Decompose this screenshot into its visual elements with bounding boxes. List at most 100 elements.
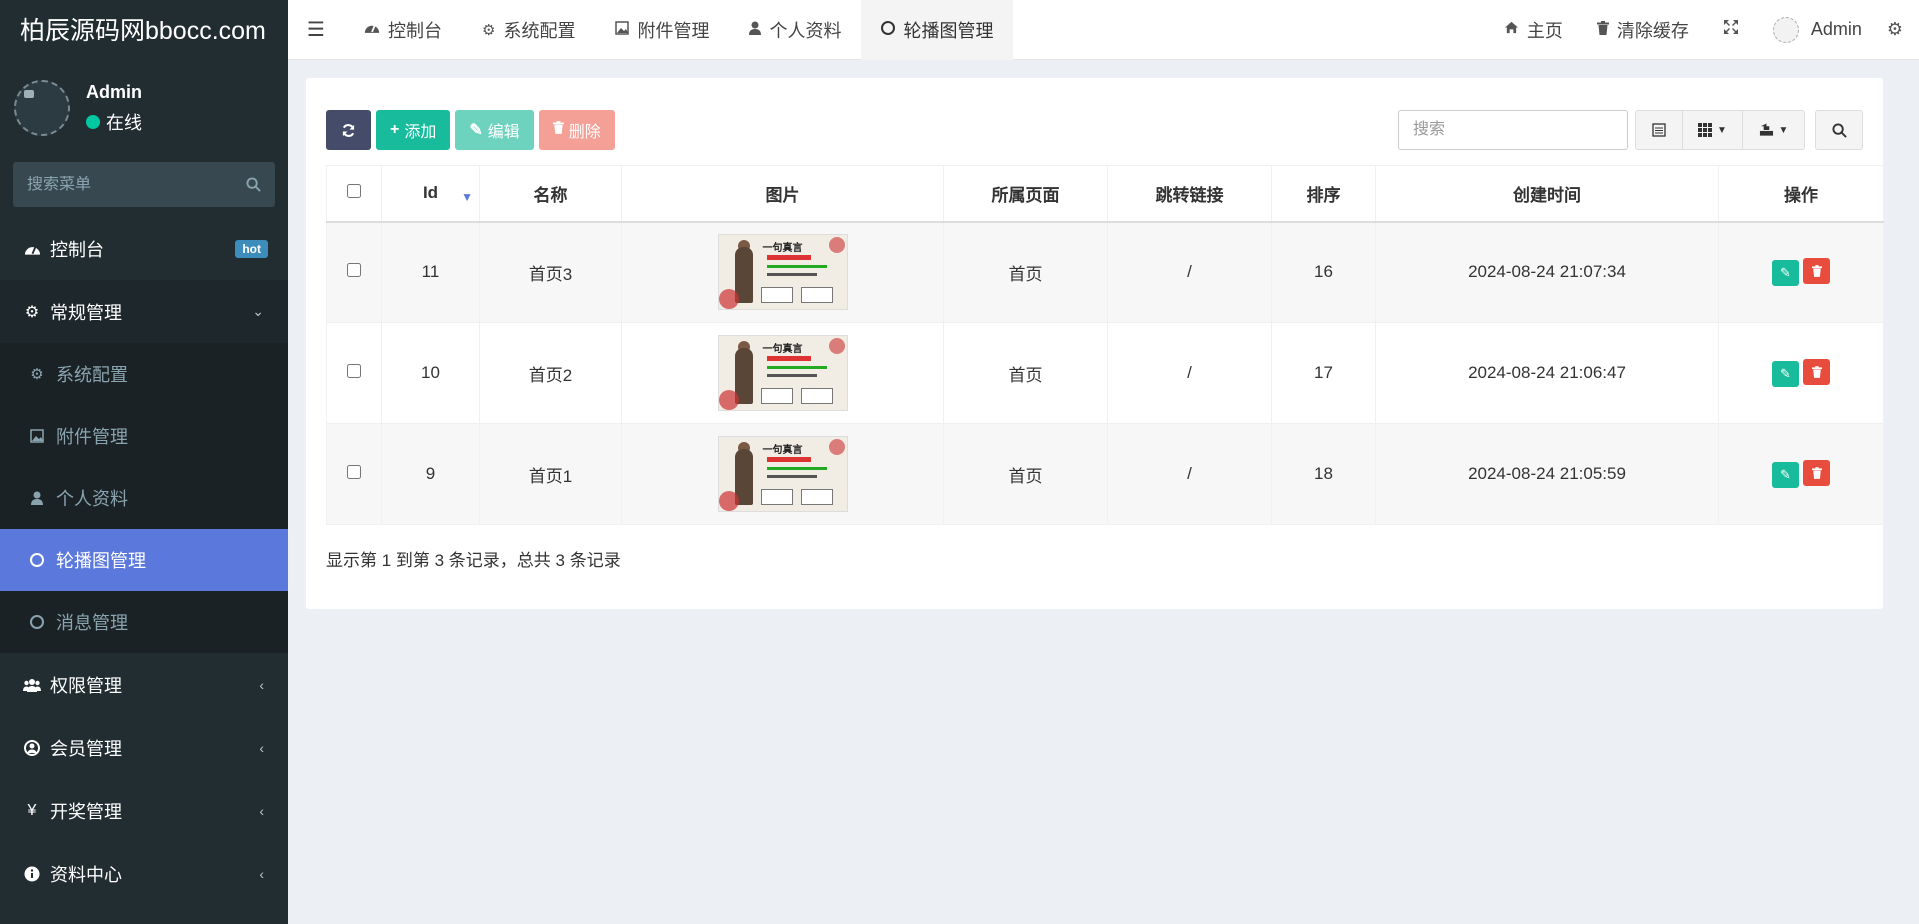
user-menu[interactable]: Admin — [1756, 0, 1879, 60]
expand-icon — [1723, 19, 1739, 40]
chevron-down-icon: ⌄ — [252, 303, 264, 319]
menu-toggle-button[interactable]: ☰ — [288, 0, 344, 60]
sidebar-item-permissions[interactable]: 权限管理 ‹ — [0, 653, 288, 716]
cell-created: 2024-08-24 21:06:47 — [1375, 322, 1719, 424]
sidebar-item-messages[interactable]: 消息管理 — [0, 591, 288, 653]
banner-thumbnail[interactable]: 一句真言 — [717, 436, 848, 512]
banner-thumbnail[interactable]: 一句真言 — [717, 234, 848, 311]
export-dropdown-button[interactable]: ▼ — [1743, 110, 1805, 150]
cell-page: 首页 — [943, 322, 1108, 424]
sidebar-item-banner[interactable]: 轮播图管理 — [0, 529, 288, 591]
column-header-created: 创建时间 — [1375, 165, 1719, 223]
sidebar-item-attachments[interactable]: 附件管理 — [0, 405, 288, 467]
export-icon — [1759, 123, 1773, 136]
tab-attachments[interactable]: 附件管理 — [595, 0, 729, 60]
table-row[interactable]: 11 首页3 一句真言 首页 / 16 2024-08-24 21:07:34 … — [326, 221, 1884, 323]
content-panel: + 添加 ✎ 编辑 删除 ▼ ▼ — [306, 78, 1884, 609]
table-toolbar: + 添加 ✎ 编辑 删除 — [326, 110, 615, 150]
row-checkbox[interactable] — [347, 364, 361, 378]
hamburger-icon: ☰ — [307, 19, 325, 41]
trash-icon — [1811, 366, 1822, 378]
sidebar-item-dashboard[interactable]: 控制台 hot — [0, 217, 288, 280]
app-logo[interactable]: 柏辰源码网bbocc.com — [0, 0, 288, 58]
cog-icon: ⚙ — [482, 21, 496, 39]
cell-name: 首页1 — [479, 423, 622, 525]
cell-id: 11 — [381, 221, 480, 323]
cogs-icon: ⚙ — [24, 303, 40, 321]
clear-cache-button[interactable]: 清除缓存 — [1580, 0, 1706, 60]
chevron-left-icon: ‹ — [259, 739, 264, 756]
fullscreen-button[interactable] — [1706, 0, 1756, 60]
grid-icon — [1698, 123, 1713, 137]
sidebar-item-system-config[interactable]: ⚙ 系统配置 — [0, 343, 288, 405]
column-header-sort: 排序 — [1271, 165, 1376, 223]
cell-created: 2024-08-24 21:07:34 — [1375, 221, 1719, 323]
table-header-row: Id ▼ 名称 图片 所属页面 跳转链接 排序 创建时间 操作 — [326, 165, 1884, 223]
edit-button[interactable]: ✎ 编辑 — [455, 110, 534, 150]
user-circle-icon — [22, 739, 42, 756]
top-navbar: ☰ 控制台 ⚙ 系统配置 附件管理 个人资料 轮播图管理 主页 清除缓存 Adm… — [288, 0, 1919, 60]
table-row[interactable]: 9 首页1 一句真言 首页 / 18 2024-08-24 21:05:59 ✎ — [326, 423, 1884, 525]
row-delete-button[interactable] — [1803, 460, 1830, 486]
delete-button[interactable]: 删除 — [538, 110, 615, 150]
caret-down-icon: ▼ — [1717, 124, 1727, 136]
tab-banner[interactable]: 轮播图管理 — [861, 0, 1014, 60]
sidebar-item-general[interactable]: ⚙ 常规管理 ⌄ — [0, 280, 288, 343]
sidebar-search-input[interactable] — [27, 175, 246, 194]
image-icon — [615, 20, 630, 39]
table-row[interactable]: 10 首页2 一句真言 首页 / 17 2024-08-24 21:06:47 … — [326, 322, 1884, 424]
sidebar-item-docs[interactable]: 资料中心 ‹ — [0, 842, 288, 905]
toggle-view-button[interactable] — [1635, 110, 1683, 150]
column-header-name: 名称 — [479, 165, 622, 223]
row-edit-button[interactable]: ✎ — [1772, 260, 1799, 287]
refresh-icon — [342, 123, 355, 137]
edit-label: 编辑 — [487, 124, 520, 141]
column-header-id[interactable]: Id ▼ — [381, 165, 480, 223]
add-button[interactable]: + 添加 — [376, 110, 451, 150]
refresh-button[interactable] — [326, 110, 371, 150]
sidebar-item-label: 系统配置 — [56, 365, 128, 385]
cell-sort: 17 — [1271, 322, 1376, 424]
settings-button[interactable]: ⚙ — [1879, 0, 1919, 60]
row-delete-button[interactable] — [1803, 258, 1830, 285]
cell-sort: 18 — [1271, 423, 1376, 525]
cell-name: 首页2 — [479, 322, 622, 424]
tab-dashboard[interactable]: 控制台 — [344, 0, 462, 60]
columns-dropdown-button[interactable]: ▼ — [1683, 110, 1743, 150]
dashboard-icon — [22, 242, 42, 256]
select-all-checkbox[interactable] — [347, 184, 361, 199]
sidebar-item-profile[interactable]: 个人资料 — [0, 467, 288, 529]
sidebar-item-members[interactable]: 会员管理 ‹ — [0, 716, 288, 779]
tab-system-config[interactable]: ⚙ 系统配置 — [462, 0, 595, 60]
sidebar-item-label: 轮播图管理 — [56, 551, 146, 571]
trash-icon — [1811, 467, 1822, 479]
tab-label: 控制台 — [388, 20, 442, 41]
banner-thumbnail[interactable]: 一句真言 — [717, 335, 848, 411]
dashboard-icon — [364, 21, 380, 38]
row-delete-button[interactable] — [1803, 359, 1830, 385]
row-edit-button[interactable]: ✎ — [1772, 462, 1799, 488]
home-link[interactable]: 主页 — [1487, 0, 1580, 60]
cell-created: 2024-08-24 21:05:59 — [1375, 423, 1719, 525]
tab-label: 个人资料 — [769, 20, 842, 41]
column-header-image: 图片 — [621, 165, 944, 223]
advanced-search-button[interactable] — [1815, 110, 1863, 150]
row-checkbox[interactable] — [347, 263, 361, 278]
row-edit-button[interactable]: ✎ — [1772, 361, 1799, 387]
cell-sort: 16 — [1271, 221, 1376, 323]
row-checkbox[interactable] — [347, 465, 361, 479]
search-icon[interactable] — [246, 177, 261, 192]
table-search-input[interactable] — [1398, 110, 1628, 150]
info-circle-icon — [22, 866, 42, 882]
sidebar-item-lottery[interactable]: ¥ 开奖管理 ‹ — [0, 779, 288, 842]
tab-profile[interactable]: 个人资料 — [729, 0, 861, 60]
top-right-nav: 主页 清除缓存 Admin ⚙ — [1487, 0, 1919, 60]
tab-label: 系统配置 — [503, 20, 576, 41]
tab-label: 附件管理 — [637, 20, 710, 41]
pencil-icon: ✎ — [469, 122, 483, 139]
pencil-icon: ✎ — [1780, 467, 1791, 482]
sort-desc-icon: ▼ — [461, 190, 473, 204]
user-status-label: 在线 — [106, 112, 142, 133]
sidebar-item-label: 权限管理 — [50, 675, 122, 696]
sidebar-search — [13, 162, 275, 207]
